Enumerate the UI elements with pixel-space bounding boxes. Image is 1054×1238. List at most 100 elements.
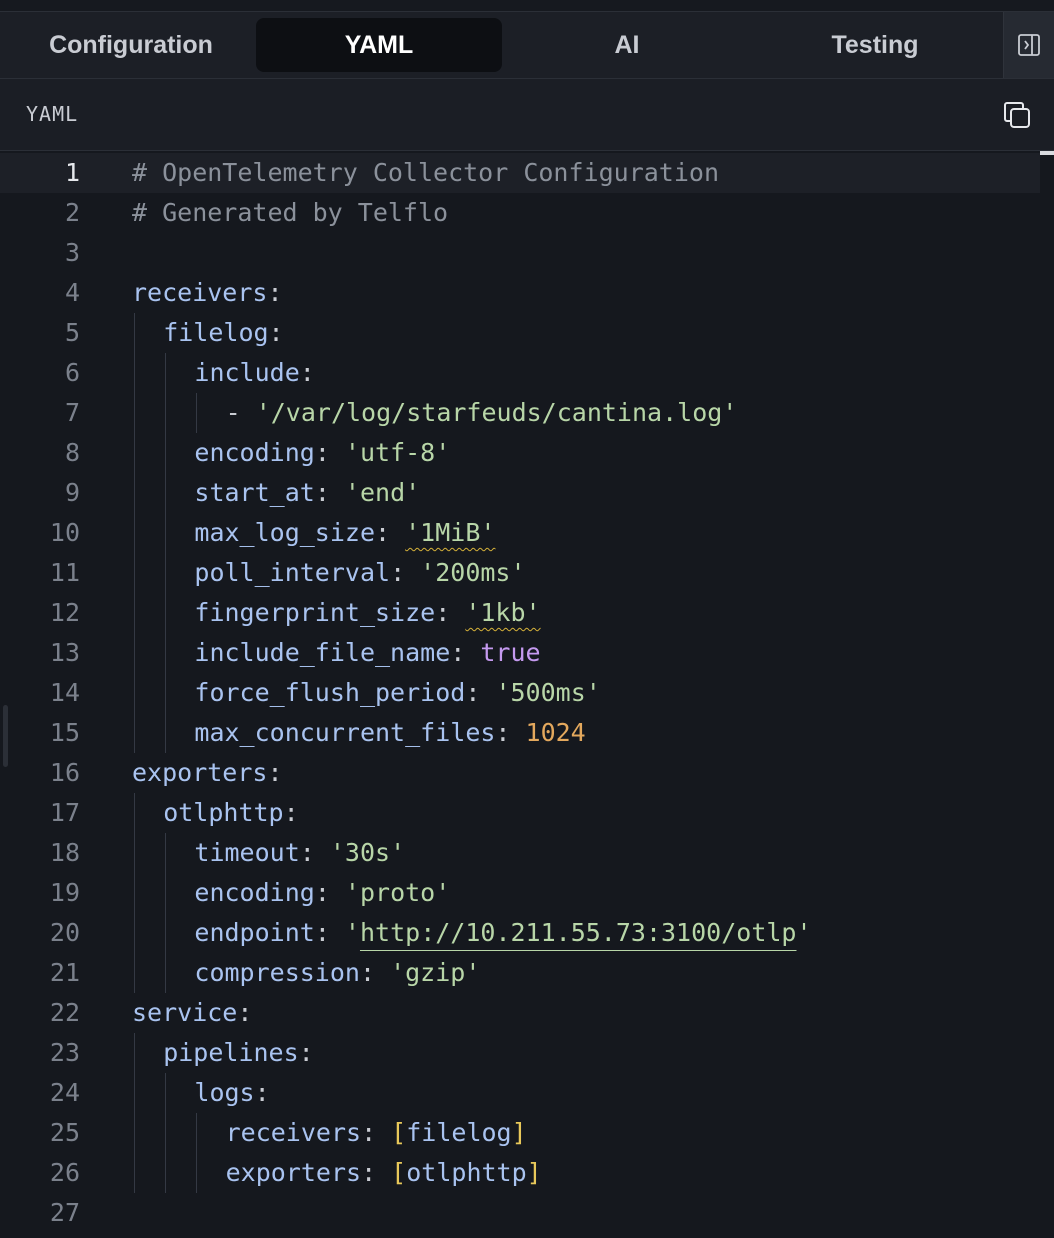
code-line[interactable]: 5 filelog:	[0, 313, 1040, 353]
token-str[interactable]: http://10.211.55.73:3100/otlp	[360, 918, 797, 947]
copy-icon	[1004, 102, 1030, 128]
indent-guide	[134, 673, 135, 713]
code-text: receivers:	[132, 273, 283, 313]
code-text: include_file_name: true	[194, 633, 540, 673]
code-line[interactable]: 14 force_flush_period: '500ms'	[0, 673, 1040, 713]
code-text: exporters: [otlphttp]	[226, 1153, 542, 1193]
yaml-panel-header: YAML	[0, 79, 1054, 151]
token-punct: :	[254, 1078, 270, 1107]
code-line[interactable]: 12 fingerprint_size: '1kb'	[0, 593, 1040, 633]
indent-guide	[134, 1153, 135, 1193]
indent-guide	[165, 873, 167, 913]
line-number: 12	[49, 598, 80, 627]
indent-guide	[165, 953, 167, 993]
token-key: otlphttp	[163, 798, 284, 827]
token-str: '1MiB'	[405, 518, 496, 547]
token-key: receivers	[132, 278, 268, 307]
scrollbar-thumb[interactable]	[1040, 151, 1054, 155]
indent-guide	[134, 873, 135, 913]
tab-ai[interactable]: AI	[504, 18, 750, 72]
code-line[interactable]: 13 include_file_name: true	[0, 633, 1040, 673]
indent-guide	[134, 513, 135, 553]
token-key: encoding	[194, 438, 315, 467]
indent-guide	[134, 553, 135, 593]
code-line[interactable]: 3	[0, 233, 1040, 273]
indent-guide	[134, 1073, 135, 1113]
indent-guide	[165, 833, 167, 873]
token-key: logs	[194, 1078, 255, 1107]
code-text: include:	[194, 353, 314, 393]
code-line[interactable]: 8 encoding: 'utf-8'	[0, 433, 1040, 473]
code-line[interactable]: 27	[0, 1193, 1040, 1233]
token-punct: :	[237, 998, 253, 1027]
indent-guide	[134, 473, 135, 513]
token-key: exporters	[132, 758, 268, 787]
collapse-panel-button[interactable]	[1003, 12, 1054, 78]
indent-guide	[165, 913, 167, 953]
token-punct: -	[225, 398, 256, 427]
code-text: otlphttp:	[163, 793, 298, 833]
code-line[interactable]: 7 - '/var/log/starfeuds/cantina.log'	[0, 393, 1040, 433]
indent-guide	[165, 713, 167, 753]
yaml-code-editor[interactable]: 1 # OpenTelemetry Collector Configuration…	[0, 151, 1054, 1238]
line-number: 25	[49, 1118, 80, 1147]
code-line[interactable]: 17 otlphttp:	[0, 793, 1040, 833]
code-text: receivers: [filelog]	[226, 1113, 527, 1153]
code-text: max_log_size: '1MiB'	[194, 513, 495, 553]
token-str: 'end'	[344, 478, 421, 507]
line-number: 27	[49, 1198, 80, 1227]
token-str: 'proto'	[344, 878, 451, 907]
indent-guide	[196, 1153, 198, 1193]
code-line[interactable]: 6 include:	[0, 353, 1040, 393]
line-number: 17	[49, 798, 80, 827]
code-line[interactable]: 4 receivers:	[0, 273, 1040, 313]
tab-testing[interactable]: Testing	[752, 18, 998, 72]
code-line[interactable]: 18 timeout: '30s'	[0, 833, 1040, 873]
token-punct: :	[283, 798, 299, 827]
code-text: filelog:	[163, 313, 283, 353]
code-line[interactable]: 19 encoding: 'proto'	[0, 873, 1040, 913]
code-line[interactable]: 26 exporters: [otlphttp]	[0, 1153, 1040, 1193]
token-comment: # OpenTelemetry Collector Configuration	[132, 158, 719, 187]
code-line[interactable]: 10 max_log_size: '1MiB'	[0, 513, 1040, 553]
line-number: 9	[64, 478, 80, 507]
token-punct: :	[299, 838, 330, 867]
token-bracket: ]	[526, 1158, 542, 1187]
resize-handle[interactable]	[3, 705, 8, 767]
line-number: 4	[64, 278, 80, 307]
code-line[interactable]: 22 service:	[0, 993, 1040, 1033]
tab-yaml[interactable]: YAML	[256, 18, 502, 72]
code-line[interactable]: 20 endpoint: 'http://10.211.55.73:3100/ot…	[0, 913, 1040, 953]
code-line[interactable]: 25 receivers: [filelog]	[0, 1113, 1040, 1153]
indent-guide	[134, 713, 135, 753]
tab-configuration[interactable]: Configuration	[8, 18, 254, 72]
code-line[interactable]: 24 logs:	[0, 1073, 1040, 1113]
indent-guide	[134, 353, 135, 393]
code-line[interactable]: 15 max_concurrent_files: 1024	[0, 713, 1040, 753]
code-line[interactable]: 16 exporters:	[0, 753, 1040, 793]
code-text: # Generated by Telflo	[132, 193, 448, 233]
token-punct: :	[375, 518, 406, 547]
token-punct: :	[314, 478, 345, 507]
code-line[interactable]: 11 poll_interval: '200ms'	[0, 553, 1040, 593]
code-line[interactable]: 23 pipelines:	[0, 1033, 1040, 1073]
line-number: 8	[64, 438, 80, 467]
indent-guide	[134, 393, 135, 433]
code-line[interactable]: 9 start_at: 'end'	[0, 473, 1040, 513]
indent-guide	[134, 1113, 135, 1153]
indent-guide	[165, 673, 167, 713]
line-number: 22	[49, 998, 80, 1027]
code-text: pipelines:	[163, 1033, 314, 1073]
token-punct: :	[465, 678, 496, 707]
code-line[interactable]: 1 # OpenTelemetry Collector Configuration	[0, 153, 1040, 193]
code-line[interactable]: 2 # Generated by Telflo	[0, 193, 1040, 233]
code-line[interactable]: 21 compression: 'gzip'	[0, 953, 1040, 993]
line-number: 23	[49, 1038, 80, 1067]
indent-guide	[134, 1033, 135, 1073]
token-str: '30s'	[329, 838, 406, 867]
token-str: '	[796, 918, 812, 947]
line-number: 19	[49, 878, 80, 907]
indent-guide	[165, 353, 167, 393]
token-key: encoding	[194, 878, 315, 907]
copy-button[interactable]	[1002, 100, 1032, 130]
